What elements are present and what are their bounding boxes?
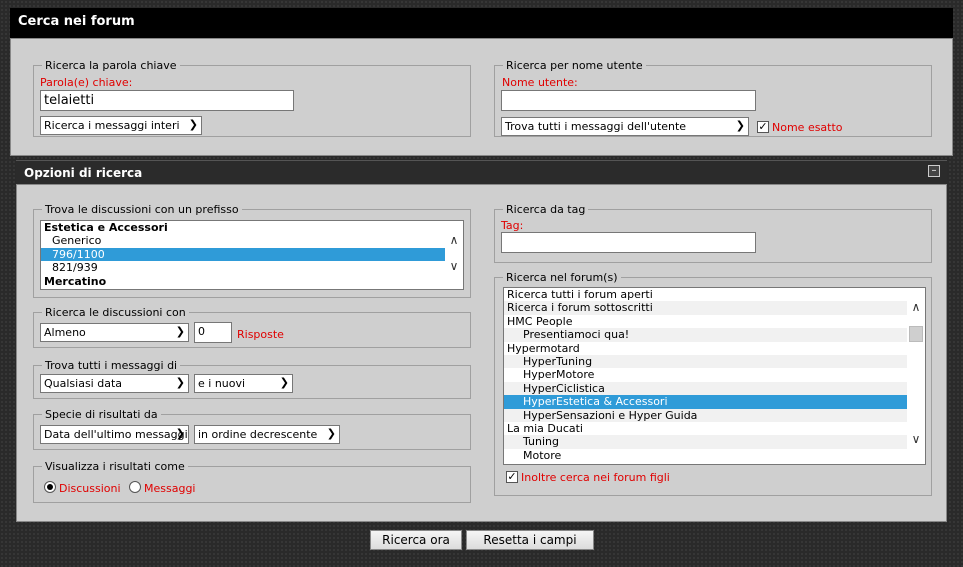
keyword-input[interactable]: telaietti bbox=[40, 90, 294, 111]
list-item[interactable]: Mercatino bbox=[41, 275, 463, 288]
list-item[interactable]: 796/1100 bbox=[41, 247, 463, 262]
list-item[interactable]: HyperTuning bbox=[504, 354, 925, 369]
user-mode-select[interactable]: Trova tutti i messaggi dell'utente ❯ bbox=[501, 117, 749, 136]
chevron-down-icon: ❯ bbox=[175, 376, 185, 389]
forums-scrollbar[interactable]: ∧ ∨ bbox=[907, 288, 925, 464]
tag-input[interactable] bbox=[501, 232, 756, 253]
chevron-down-icon: ❯ bbox=[279, 376, 289, 389]
exact-name-label: Nome esatto bbox=[772, 121, 843, 134]
keyword-mode-select[interactable]: Ricerca i messaggi interi ❯ bbox=[40, 116, 202, 135]
user-legend: Ricerca per nome utente bbox=[506, 59, 643, 72]
replies-label: Risposte bbox=[237, 328, 284, 341]
list-item[interactable]: HyperCiclistica bbox=[504, 381, 925, 396]
list-item[interactable]: HMC People bbox=[504, 315, 925, 328]
exact-name-checkbox[interactable]: ✓ bbox=[757, 121, 769, 133]
list-item[interactable]: HyperSensazioni e Hyper Guida bbox=[504, 408, 925, 422]
reset-button[interactable]: Resetta i campi bbox=[466, 530, 594, 550]
list-item[interactable]: Tuning bbox=[504, 435, 925, 449]
chevron-down-icon[interactable]: ∨ bbox=[445, 259, 463, 273]
list-item[interactable]: Generico bbox=[41, 234, 463, 247]
child-forums-label: Inoltre cerca nei forum figli bbox=[521, 471, 670, 484]
scroll-thumb[interactable] bbox=[909, 326, 923, 342]
posts-radio[interactable] bbox=[129, 481, 141, 493]
list-item[interactable]: Ricerca tutti i forum aperti bbox=[504, 288, 925, 301]
chevron-down-icon[interactable]: ∨ bbox=[907, 432, 925, 446]
chevron-down-icon: ❯ bbox=[188, 118, 198, 131]
options-panel: Trova le discussioni con un prefisso Est… bbox=[16, 184, 947, 522]
display-legend: Visualizza i risultati come bbox=[45, 460, 185, 473]
chevron-up-icon[interactable]: ∧ bbox=[445, 233, 463, 247]
chevron-up-icon[interactable]: ∧ bbox=[907, 300, 925, 314]
date-direction-select[interactable]: e i nuovi ❯ bbox=[194, 374, 293, 393]
replies-legend: Ricerca le discussioni con bbox=[45, 306, 186, 319]
keyword-panel: Ricerca la parola chiave Parola(e) chiav… bbox=[10, 38, 953, 156]
replies-count-input[interactable]: 0 bbox=[194, 322, 232, 343]
replies-select[interactable]: Almeno ❯ bbox=[40, 323, 189, 342]
username-input[interactable] bbox=[501, 90, 756, 111]
options-header: Opzioni di ricerca bbox=[16, 160, 947, 184]
list-item[interactable]: Presentiamoci qua! bbox=[504, 328, 925, 342]
forums-listbox[interactable]: Ricerca tutti i forum aperti Ricerca i f… bbox=[503, 287, 926, 465]
page-title: Cerca nei forum bbox=[18, 14, 135, 29]
list-item[interactable]: HyperMotore bbox=[504, 368, 925, 381]
list-item[interactable]: Estetica e Accessori bbox=[41, 221, 463, 234]
chevron-down-icon: ❯ bbox=[735, 119, 745, 132]
username-label: Nome utente: bbox=[502, 76, 578, 89]
list-item[interactable]: Motore bbox=[504, 449, 925, 462]
prefix-listbox[interactable]: Estetica e Accessori Generico 796/1100 8… bbox=[40, 220, 464, 290]
sort-legend: Specie di risultati da bbox=[45, 408, 158, 421]
chevron-down-icon: ❯ bbox=[326, 427, 336, 440]
search-button[interactable]: Ricerca ora bbox=[370, 530, 462, 550]
prefix-legend: Trova le discussioni con un prefisso bbox=[45, 203, 239, 216]
date-legend: Trova tutti i messaggi di bbox=[45, 359, 178, 372]
forums-legend: Ricerca nel forum(s) bbox=[506, 271, 618, 284]
tag-legend: Ricerca da tag bbox=[506, 203, 586, 216]
threads-radio[interactable] bbox=[44, 481, 56, 493]
threads-radio-label: Discussioni bbox=[59, 482, 121, 495]
chevron-down-icon: ❯ bbox=[175, 325, 185, 338]
sort-order-select[interactable]: in ordine decrescente ❯ bbox=[194, 425, 340, 444]
keyword-label: Parola(e) chiave: bbox=[40, 76, 133, 89]
list-item[interactable]: HyperEstetica & Accessori bbox=[504, 395, 925, 409]
tag-label: Tag: bbox=[501, 219, 524, 232]
chevron-down-icon: ❯ bbox=[175, 427, 185, 440]
minus-icon[interactable]: – bbox=[928, 165, 940, 177]
child-forums-checkbox[interactable]: ✓ bbox=[506, 471, 518, 483]
header-bar: Cerca nei forum bbox=[10, 8, 953, 38]
sort-select[interactable]: Data dell'ultimo messaggio ❯ bbox=[40, 425, 189, 444]
prefix-scrollbar[interactable]: ∧ ∨ bbox=[445, 221, 463, 289]
date-select[interactable]: Qualsiasi data ❯ bbox=[40, 374, 189, 393]
posts-radio-label: Messaggi bbox=[144, 482, 196, 495]
list-item[interactable]: 821/939 bbox=[41, 261, 463, 274]
list-item[interactable]: Hypermotard bbox=[504, 342, 925, 355]
list-item[interactable]: La mia Ducati bbox=[504, 422, 925, 435]
options-title: Opzioni di ricerca bbox=[24, 166, 143, 180]
list-item[interactable]: Ricerca i forum sottoscritti bbox=[504, 301, 925, 315]
keyword-legend: Ricerca la parola chiave bbox=[45, 59, 177, 72]
